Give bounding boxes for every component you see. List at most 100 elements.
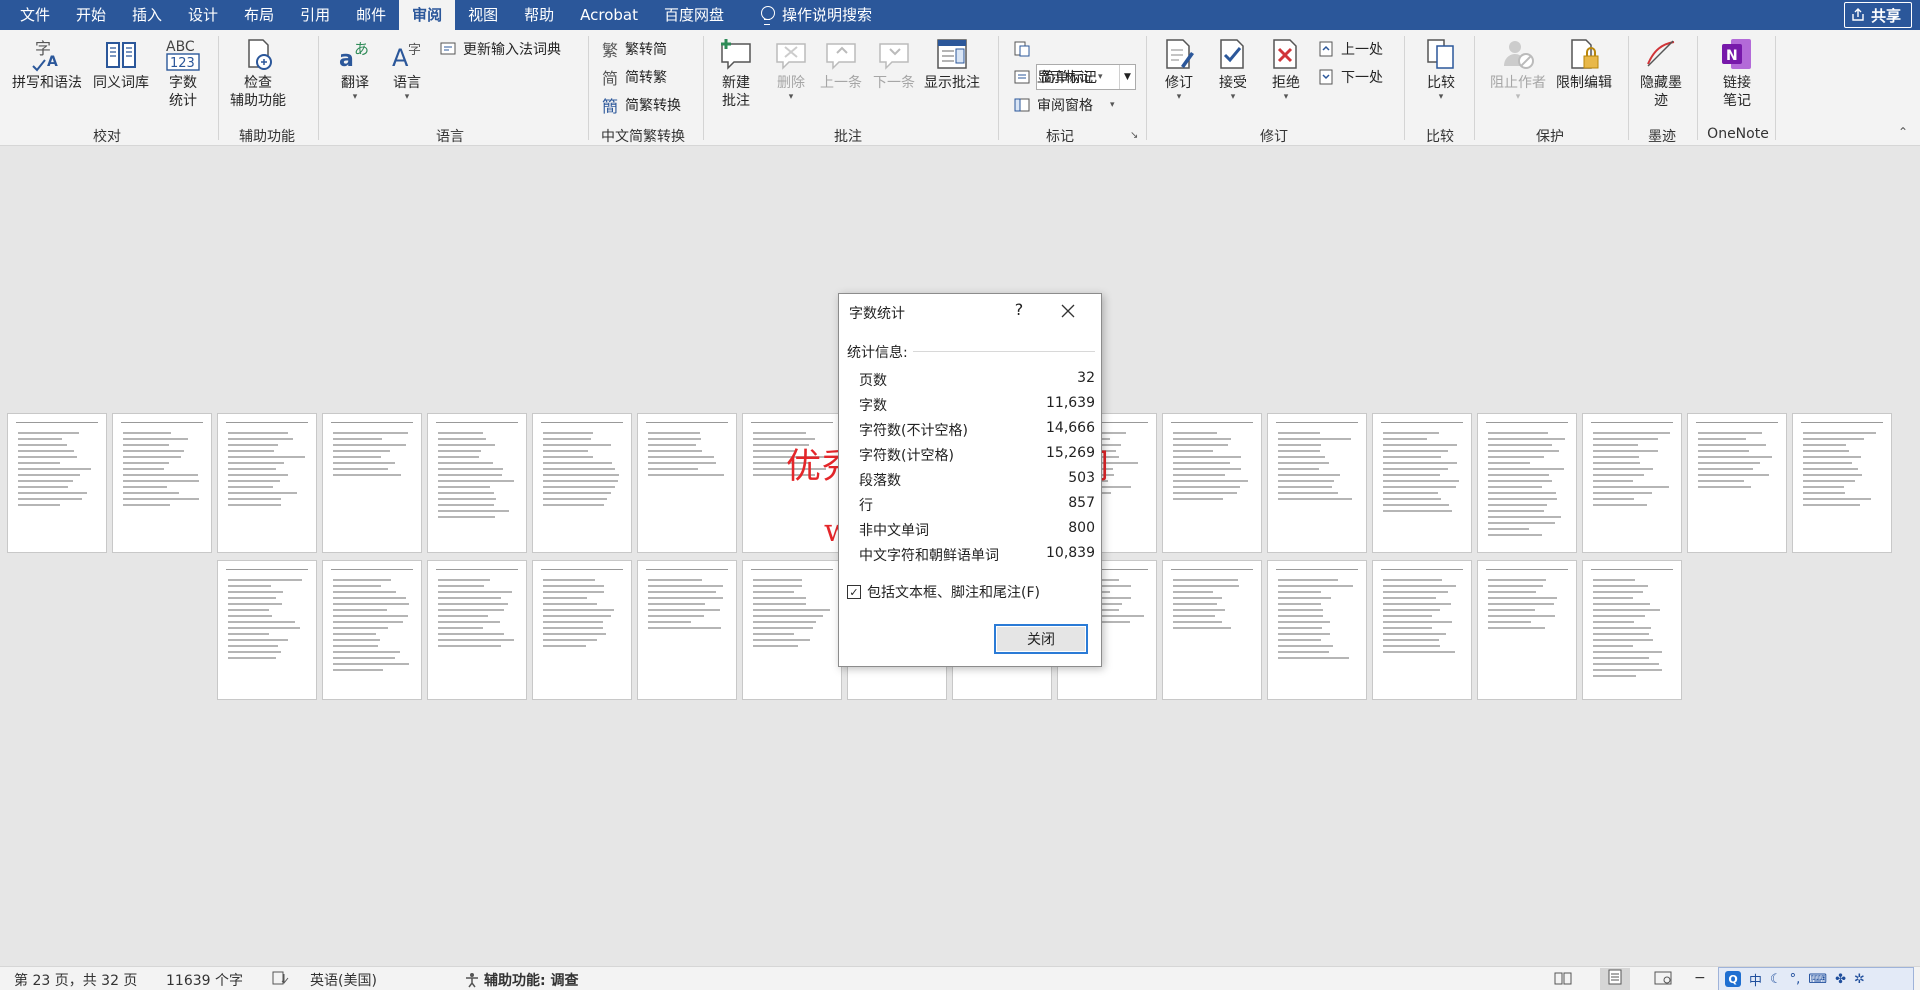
page-thumbnail[interactable] [1373,561,1471,699]
page-thumbnail[interactable] [1478,561,1576,699]
punctuation-icon[interactable]: °, [1790,972,1801,987]
help-button[interactable]: ? [1009,300,1029,319]
web-layout-icon[interactable] [1654,970,1672,990]
show-comments-button[interactable]: 显示批注 [924,36,980,92]
include-textboxes-checkbox-row[interactable]: ✓ 包括文本框、脚注和尾注(F) [847,582,1040,602]
page-thumbnail[interactable] [638,414,736,552]
page-text-line [438,585,484,587]
page-thumbnail[interactable] [533,561,631,699]
reject-button[interactable]: 拒绝 ▾ [1267,36,1305,102]
accept-button[interactable]: 接受 ▾ [1214,36,1252,102]
tab-file[interactable]: 文件 [0,0,63,30]
show-markup-button[interactable]: 显示标记 ▾ [1012,66,1103,88]
word-count-indicator[interactable]: 11639 个字 [166,970,243,990]
new-comment-button[interactable]: 新建 批注 [717,36,755,110]
page-header-line [1171,422,1253,423]
accessibility-indicator[interactable]: 辅助功能: 调查 [464,970,578,990]
tab-layout[interactable]: 布局 [231,0,287,30]
page-thumbnail[interactable] [1793,414,1891,552]
page-thumbnail[interactable] [1583,561,1681,699]
page-indicator[interactable]: 第 23 页，共 32 页 [14,970,137,990]
page-thumbnail[interactable] [743,561,841,699]
close-icon[interactable] [1059,302,1077,320]
page-text-line [543,438,591,440]
page-thumbnail[interactable] [8,414,106,552]
page-thumbnail[interactable] [743,414,841,552]
update-ime-dictionary-button[interactable]: 更新输入法词典 [438,38,561,60]
next-change-button[interactable]: 下一处 [1316,66,1383,88]
chinese-conversion-button[interactable]: 簡 简繁转换 [600,94,681,116]
page-thumbnail[interactable] [113,414,211,552]
page-thumbnail[interactable] [638,561,736,699]
language-button[interactable]: A字 语言 ▾ [388,36,426,102]
page-thumbnail[interactable] [218,561,316,699]
simplified-to-traditional-button[interactable]: 简 简转繁 [600,66,667,88]
tell-me-search[interactable]: 操作说明搜索 [747,0,885,30]
translate-button[interactable]: aあ 翻译 ▾ [336,36,374,102]
tab-home[interactable]: 开始 [63,0,119,30]
traditional-to-simplified-button[interactable]: 繁 繁转简 [600,38,667,60]
skin-icon[interactable]: ✤ [1835,972,1846,987]
page-thumbnail[interactable] [533,414,631,552]
collapse-ribbon-icon[interactable]: ⌃ [1898,125,1908,139]
zoom-out-icon[interactable]: − [1694,970,1706,986]
delete-comment-button[interactable]: 删除 ▾ [772,36,810,102]
include-textboxes-checkbox[interactable]: ✓ [847,585,861,599]
word-count-button[interactable]: ABC 123 字数 统计 [164,36,202,110]
page-text-line [1593,663,1659,665]
ime-toolbar[interactable]: Q 中 ☾ °, ⌨ ✤ ✲ [1718,967,1914,990]
settings-icon[interactable]: ✲ [1854,972,1865,987]
close-button[interactable]: 关闭 [994,624,1088,654]
page-text-line [543,474,619,476]
tab-baidu-netdisk[interactable]: 百度网盘 [651,0,737,30]
moon-icon[interactable]: ☾ [1770,972,1782,987]
page-text-line [1383,438,1427,440]
tab-help[interactable]: 帮助 [511,0,567,30]
page-thumbnail[interactable] [218,414,316,552]
compare-button[interactable]: 比较 ▾ [1422,36,1460,102]
check-accessibility-button[interactable]: 检查 辅助功能 [230,36,286,110]
page-thumbnail[interactable] [1268,561,1366,699]
page-text-line [1173,444,1228,446]
chevron-down-icon: ▾ [1110,100,1115,110]
reviewing-pane-button[interactable]: 审阅窗格 ▾ [1012,94,1115,116]
lightbulb-icon [760,6,776,25]
page-thumbnail[interactable] [1583,414,1681,552]
page-thumbnail[interactable] [428,561,526,699]
keyboard-icon[interactable]: ⌨ [1808,972,1827,987]
page-thumbnail[interactable] [323,561,421,699]
previous-change-button[interactable]: 上一处 [1316,38,1383,60]
next-comment-button[interactable]: 下一条 [873,36,915,92]
dialog-launcher-icon[interactable]: ↘ [1130,130,1138,141]
page-thumbnail[interactable] [428,414,526,552]
language-indicator[interactable]: 英语(美国) [310,970,377,990]
ime-mode-label[interactable]: 中 [1749,970,1762,989]
previous-comment-button[interactable]: 上一条 [820,36,862,92]
thesaurus-button[interactable]: 同义词库 [93,36,149,92]
tab-insert[interactable]: 插入 [119,0,175,30]
tab-mailings[interactable]: 邮件 [343,0,399,30]
page-thumbnail[interactable] [1373,414,1471,552]
read-mode-icon[interactable] [1554,970,1572,990]
tab-acrobat[interactable]: Acrobat [567,0,651,30]
tab-design[interactable]: 设计 [175,0,231,30]
page-thumbnail[interactable] [1163,414,1261,552]
tab-view[interactable]: 视图 [455,0,511,30]
track-changes-button[interactable]: 修订 ▾ [1160,36,1198,102]
page-thumbnail[interactable] [323,414,421,552]
page-text-line [438,474,502,476]
block-authors-button[interactable]: 阻止作者 ▾ [1490,36,1546,102]
page-thumbnail[interactable] [1163,561,1261,699]
page-thumbnail[interactable] [1688,414,1786,552]
spelling-grammar-button[interactable]: 字A 拼写和语法 [12,36,82,92]
tab-review[interactable]: 审阅 [399,0,456,30]
page-thumbnail[interactable] [1268,414,1366,552]
proofing-status-icon[interactable] [272,970,290,990]
tab-references[interactable]: 引用 [287,0,343,30]
page-thumbnail[interactable] [1478,414,1576,552]
share-button[interactable]: 共享 [1843,2,1912,28]
print-layout-icon[interactable] [1600,968,1630,990]
restrict-editing-button[interactable]: 限制编辑 [1556,36,1612,92]
hide-ink-button[interactable]: 隐藏墨 迹 [1640,36,1682,110]
linked-notes-button[interactable]: N 链接 笔记 [1718,36,1756,110]
